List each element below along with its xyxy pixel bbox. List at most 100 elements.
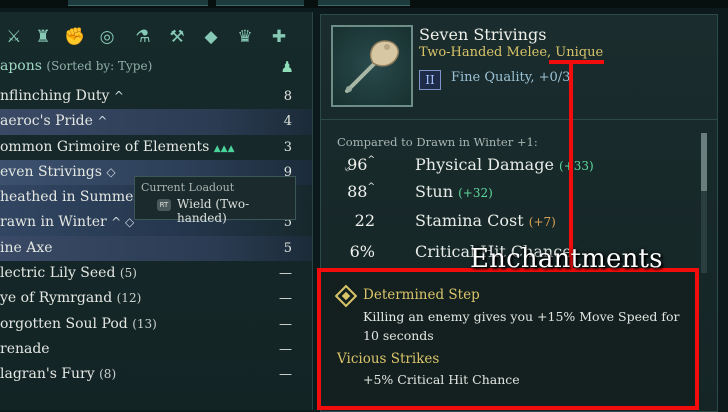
list-item-name: heathed in Summer ◇: [0, 185, 154, 210]
list-item-name: ye of Rymrgand (12): [0, 286, 141, 311]
stat-delta: (+7): [528, 215, 556, 229]
item-weight: 5: [283, 240, 292, 256]
item-weight: —: [279, 367, 292, 383]
compare-label: Compared to Drawn in Winter +1:: [337, 135, 538, 149]
item-name: Seven Strivings: [419, 25, 547, 44]
anvil-icon[interactable]: ⚒: [166, 26, 188, 48]
loadout-tooltip: Current Loadout RT Wield (Two-handed): [134, 176, 296, 225]
list-item-name: aeroc's Pride ^: [0, 109, 107, 134]
list-item-name: renade: [0, 337, 50, 362]
list-item[interactable]: orgotten Soul Pod (13) —: [0, 312, 312, 337]
item-quality: Fine Quality, +0/3: [451, 70, 571, 85]
list-item[interactable]: ommon Grimoire of Elements ▲▲▲ 3: [0, 135, 312, 160]
list-item-label: orgotten Soul Pod: [0, 315, 128, 332]
stat-caret: ^: [367, 182, 375, 192]
list-item[interactable]: lectric Lily Seed (5) —: [0, 261, 312, 286]
stat-value: 6%: [349, 242, 375, 261]
stat-value: 88^: [347, 182, 375, 201]
stat-caret: ^: [367, 155, 375, 165]
stat-value: 96^: [347, 155, 375, 174]
top-tab[interactable]: [216, 0, 304, 6]
list-item-label: aeroc's Pride: [0, 113, 93, 130]
bag-icon[interactable]: ♟: [281, 58, 294, 76]
list-item-label: ine Axe: [0, 239, 53, 256]
enchantment-description: Killing an enemy gives you +15% Move Spe…: [363, 309, 680, 343]
list-item-label: rawn in Winter: [0, 214, 107, 231]
top-strip: [0, 0, 728, 8]
list-item[interactable]: ine Axe 5: [0, 235, 312, 262]
item-weight: —: [279, 291, 292, 307]
tooltip-action[interactable]: Wield (Two-handed): [177, 197, 295, 225]
stat-value: 22: [354, 211, 375, 230]
list-item-name: lagran's Fury (8): [0, 362, 116, 387]
item-count: (12): [116, 291, 142, 306]
gauntlet-icon[interactable]: ✊: [64, 26, 86, 48]
upgrade-marker-icon: ^: [113, 89, 124, 103]
list-item[interactable]: renade —: [0, 337, 312, 362]
item-count: (5): [119, 266, 137, 281]
gem-icon[interactable]: ◆: [200, 26, 222, 48]
item-weight: —: [279, 266, 292, 282]
annotation-underline: [549, 60, 604, 64]
list-item-name: lectric Lily Seed (5): [0, 261, 137, 286]
item-list: nflinching Duty ^ 8 aeroc's Pride ^ 4 ommon …: [0, 84, 312, 388]
item-weight: —: [279, 316, 292, 332]
list-item[interactable]: lagran's Fury (8) —: [0, 362, 312, 387]
list-item-label: heathed in Summer: [0, 189, 141, 206]
item-image: [331, 25, 413, 107]
list-item-name: orgotten Soul Pod (13): [0, 312, 157, 337]
list-item-label: ommon Grimoire of Elements: [0, 138, 210, 155]
top-tab[interactable]: [68, 0, 208, 6]
list-item-label: even Strivings: [0, 163, 102, 180]
rarity-marks-icon: ▲▲▲: [213, 143, 235, 154]
stat-label: Physical Damage (+33): [415, 155, 594, 174]
item-weight: 4: [283, 114, 292, 130]
armor-icon[interactable]: ♜: [32, 26, 54, 48]
divider: [321, 119, 717, 120]
upgrade-marker-icon: ◇: [106, 164, 116, 179]
list-item-label: renade: [0, 340, 50, 357]
list-item-label: nflinching Duty: [0, 88, 110, 104]
crown-icon[interactable]: ♛: [234, 26, 256, 48]
list-item[interactable]: aeroc's Pride ^ 4: [0, 109, 312, 135]
stat-delta: (+33): [559, 159, 594, 173]
top-tab[interactable]: [318, 0, 410, 6]
annotation-label: Enchantments: [470, 244, 663, 274]
club-icon: [345, 40, 399, 93]
list-item-name: even Strivings ◇: [0, 160, 116, 185]
stat-delta: (+32): [458, 186, 493, 200]
category-icons: ⚔ ♜ ✊ ◎ ⚗ ⚒ ◆ ♛ ✚: [0, 26, 312, 52]
list-item-name: ommon Grimoire of Elements ▲▲▲: [0, 135, 235, 162]
stat-label: Stun (+32): [415, 182, 493, 201]
stat-row: ⸔ 96^ Physical Damage (+33): [321, 155, 701, 179]
scrollbar[interactable]: [701, 133, 707, 273]
flask-icon[interactable]: ⚗: [132, 26, 154, 48]
list-item[interactable]: ye of Rymrgand (12) —: [0, 286, 312, 311]
list-item-label: lagran's Fury: [0, 366, 95, 383]
list-item-name: rawn in Winter ^ ◇: [0, 210, 134, 235]
dpad-icon[interactable]: ✚: [268, 26, 290, 48]
list-title: apons (Sorted by: Type): [0, 58, 153, 74]
annotation-line: [569, 62, 573, 272]
upgrade-marker-icon: ^ ◇: [111, 215, 135, 230]
quality-tier-badge: II: [419, 70, 441, 90]
list-item-name: ine Axe: [0, 236, 53, 261]
item-weight: 8: [283, 89, 292, 104]
scrollbar-thumb[interactable]: [701, 133, 707, 191]
tooltip-title: Current Loadout: [141, 181, 235, 194]
item-count: (13): [132, 316, 157, 331]
rings-icon[interactable]: ◎: [96, 26, 118, 48]
enchantment-name: Vicious Strikes: [337, 351, 440, 367]
stat-row: 22 Stamina Cost (+7): [321, 211, 701, 235]
crossed-swords-icon[interactable]: ⚔: [3, 26, 25, 48]
enchantment-name: Determined Step: [363, 287, 480, 303]
enchantment-description: +5% Critical Hit Chance: [363, 372, 520, 387]
list-header: apons (Sorted by: Type) ♟: [0, 58, 312, 78]
stat-row: 88^ Stun (+32): [321, 182, 701, 206]
item-weight: —: [279, 341, 292, 357]
stat-label: Stamina Cost (+7): [415, 211, 556, 230]
upgrade-marker-icon: ^: [97, 114, 108, 129]
list-item[interactable]: nflinching Duty ^ 8: [0, 84, 312, 109]
rt-button-icon: RT: [157, 199, 171, 211]
list-item-label: ye of Rymrgand: [0, 290, 113, 307]
